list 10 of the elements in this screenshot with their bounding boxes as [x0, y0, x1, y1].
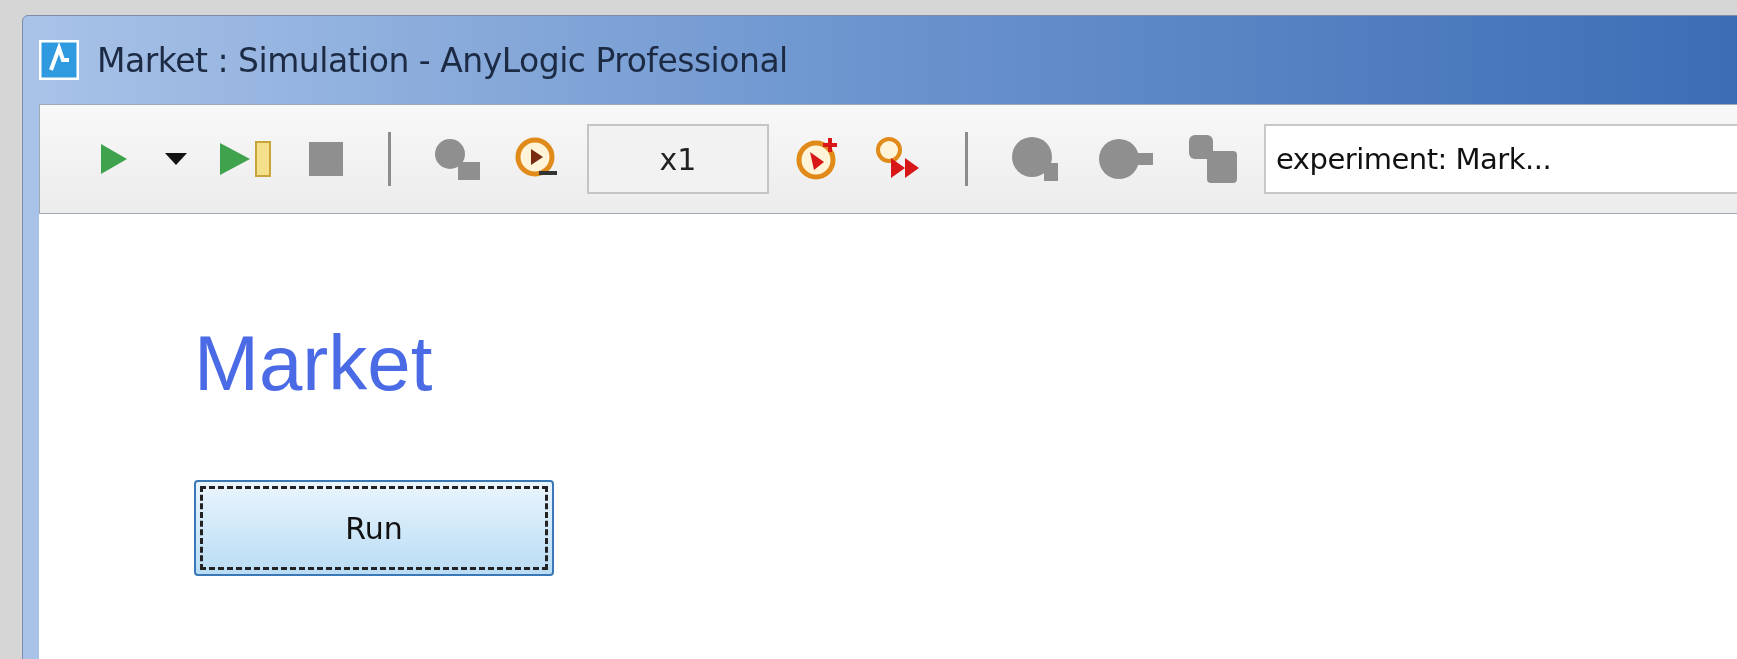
- step-icon: [218, 139, 274, 179]
- run-button[interactable]: Run: [194, 480, 554, 576]
- window-title: Market : Simulation - AnyLogic Professional: [97, 40, 788, 80]
- stop-icon: [307, 140, 345, 178]
- app-icon: [39, 40, 79, 80]
- model-title: Market: [194, 324, 433, 402]
- speed-field[interactable]: x1: [587, 124, 769, 194]
- play-icon: [99, 142, 129, 176]
- experiment-dropdown[interactable]: experiment: Mark...: [1264, 124, 1737, 194]
- caret-icon: [165, 153, 187, 165]
